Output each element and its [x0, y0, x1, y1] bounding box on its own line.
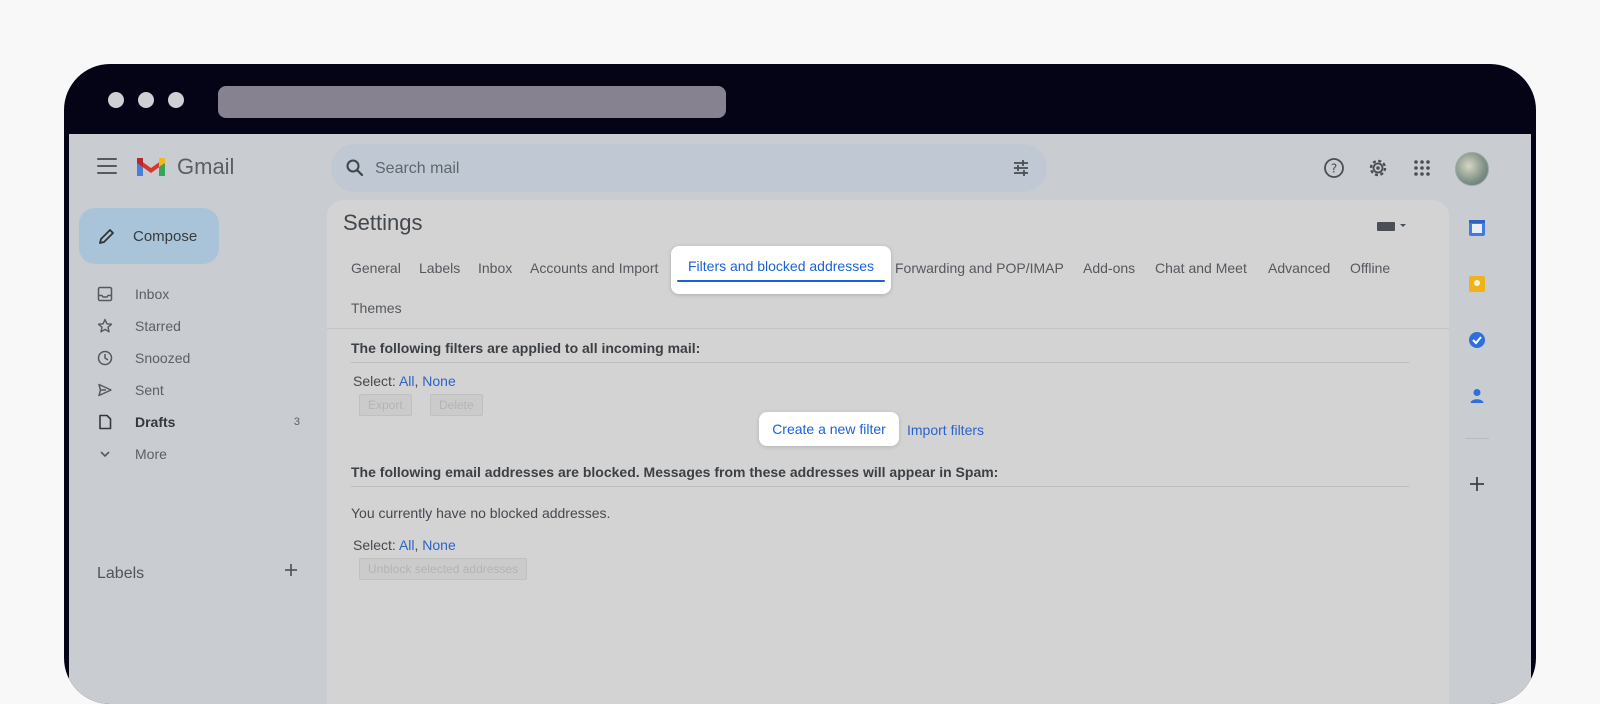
select-none-link[interactable]: None — [422, 537, 455, 553]
gmail-wordmark: Gmail — [177, 154, 235, 179]
compose-label: Compose — [133, 227, 198, 245]
inbox-icon — [97, 286, 113, 302]
tab-accounts-and-import[interactable]: Accounts and Import — [530, 260, 658, 276]
tab-chat-and-meet[interactable]: Chat and Meet — [1155, 260, 1247, 276]
blocked-select-row: Select: All, None — [353, 537, 456, 553]
calendar-icon[interactable] — [1467, 218, 1487, 238]
tab-forwarding-and-pop-imap[interactable]: Forwarding and POP/IMAP — [895, 260, 1064, 276]
select-all-link[interactable]: All — [399, 537, 415, 553]
labels-heading: Labels — [97, 565, 145, 582]
sidebar-item-sent[interactable]: Sent — [69, 374, 324, 406]
tab-advanced[interactable]: Advanced — [1268, 260, 1330, 276]
filters-heading: The following filters are applied to all… — [351, 340, 701, 356]
sidebar-item-more[interactable]: More — [69, 438, 324, 470]
tab-add-ons[interactable]: Add-ons — [1083, 260, 1135, 276]
select-label: Select: — [353, 373, 396, 389]
search-icon[interactable] — [345, 158, 365, 178]
search-bar[interactable] — [331, 144, 1047, 194]
input-tools-icon[interactable] — [1377, 220, 1407, 232]
tab-filters-and-blocked-addresses[interactable]: Filters and blocked addresses — [671, 246, 891, 294]
star-icon — [97, 318, 113, 333]
select-separator: , — [414, 537, 419, 553]
tab-labels[interactable]: Labels — [419, 260, 460, 276]
side-panel-rail — [1449, 200, 1536, 704]
import-filters-link[interactable]: Import filters — [907, 422, 984, 438]
settings-gear-icon[interactable] — [1367, 157, 1389, 179]
select-none-link[interactable]: None — [422, 373, 455, 389]
select-label: Select: — [353, 537, 396, 553]
tab-themes[interactable]: Themes — [351, 300, 402, 316]
tasks-icon[interactable] — [1467, 330, 1487, 350]
window-dot-icon[interactable] — [108, 92, 124, 108]
create-new-filter-link[interactable]: Create a new filter — [759, 412, 899, 446]
sidebar-item-drafts[interactable]: Drafts 3 — [69, 406, 324, 438]
add-addon-icon[interactable] — [1467, 474, 1487, 494]
chevron-down-icon — [100, 451, 110, 458]
page-title: Settings — [343, 210, 423, 235]
address-bar[interactable] — [218, 86, 726, 118]
active-tab-indicator — [677, 280, 885, 282]
blocked-heading: The following email addresses are blocke… — [351, 464, 999, 480]
sidebar: Compose Inbox Starred Snoozed Sent Draft… — [69, 200, 324, 704]
search-input[interactable] — [373, 144, 977, 194]
select-all-link[interactable]: All — [399, 373, 415, 389]
sidebar-item-starred[interactable]: Starred — [69, 310, 324, 342]
select-separator: , — [414, 373, 419, 389]
device-frame: Gmail ? — [64, 64, 1536, 704]
clock-icon — [97, 350, 113, 366]
sidebar-item-count: 3 — [293, 416, 300, 428]
window-controls — [108, 92, 184, 108]
compose-button[interactable]: Compose — [79, 208, 219, 264]
tab-general[interactable]: General — [351, 260, 401, 276]
export-button[interactable]: Export — [359, 394, 412, 416]
settings-panel: Settings General Labels Inbox Accounts a… — [327, 200, 1449, 704]
sidebar-item-label: Drafts — [135, 414, 176, 430]
sidebar-item-snoozed[interactable]: Snoozed — [69, 342, 324, 374]
gmail-logo-icon[interactable] — [135, 154, 167, 178]
unblock-selected-button[interactable]: Unblock selected addresses — [359, 558, 528, 580]
window-dot-icon[interactable] — [168, 92, 184, 108]
apps-grid-icon[interactable] — [1411, 157, 1433, 179]
add-label-icon[interactable] — [283, 562, 299, 578]
tab-label: Filters and blocked addresses — [688, 258, 874, 274]
pencil-icon — [99, 229, 114, 244]
sidebar-item-label: Sent — [135, 382, 164, 398]
svg-text:?: ? — [1331, 162, 1337, 176]
sidebar-item-label: More — [135, 446, 167, 462]
window-dot-icon[interactable] — [138, 92, 154, 108]
gmail-window: Gmail ? — [69, 134, 1531, 704]
top-bar: Gmail ? — [69, 134, 1531, 200]
nav-list: Inbox Starred Snoozed Sent Drafts 3 More — [69, 278, 324, 470]
contacts-icon[interactable] — [1467, 386, 1487, 406]
sidebar-item-label: Inbox — [135, 286, 170, 302]
tab-inbox[interactable]: Inbox — [478, 260, 512, 276]
no-blocked-message: You currently have no blocked addresses. — [351, 505, 611, 521]
main-menu-icon[interactable] — [97, 158, 117, 174]
filters-select-row: Select: All, None — [353, 373, 456, 389]
sidebar-item-label: Starred — [135, 318, 181, 334]
keep-icon[interactable] — [1467, 274, 1487, 294]
section-divider — [351, 486, 1409, 487]
delete-button[interactable]: Delete — [430, 394, 483, 416]
help-icon[interactable]: ? — [1323, 157, 1345, 179]
rail-divider — [1465, 438, 1489, 439]
draft-icon — [99, 414, 112, 430]
search-options-icon[interactable] — [1011, 158, 1031, 178]
section-divider — [351, 362, 1409, 363]
account-avatar[interactable] — [1455, 152, 1489, 186]
sidebar-item-inbox[interactable]: Inbox — [69, 278, 324, 310]
send-icon — [98, 383, 112, 397]
tab-offline[interactable]: Offline — [1350, 260, 1390, 276]
tabs-divider — [327, 328, 1449, 329]
sidebar-item-label: Snoozed — [135, 350, 191, 366]
